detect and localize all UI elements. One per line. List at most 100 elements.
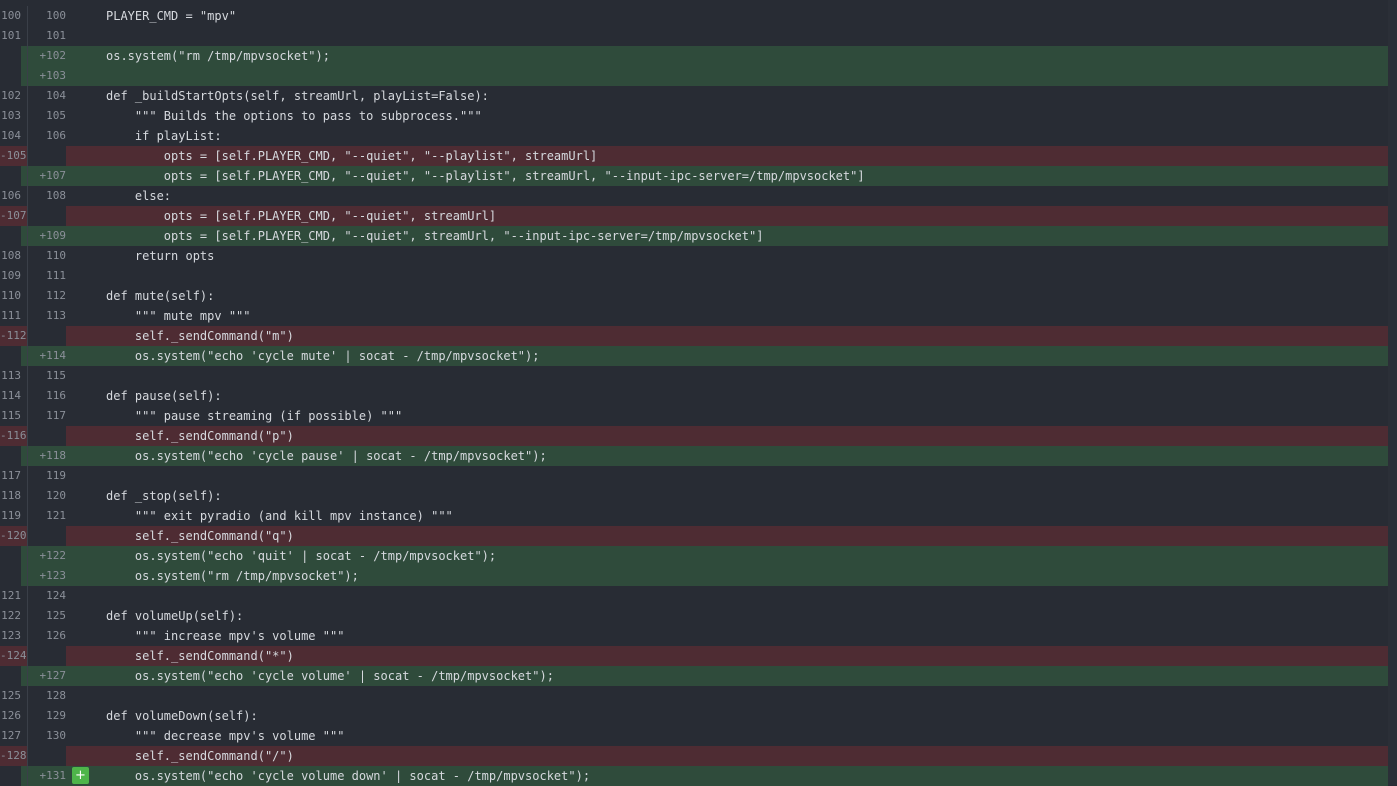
new-line-number[interactable]: 112	[28, 286, 66, 306]
new-line-number[interactable]: 110	[28, 246, 66, 266]
diff-line-removed[interactable]: -107 opts = [self.PLAYER_CMD, "--quiet",…	[0, 206, 1388, 226]
diff-line-added[interactable]: +103	[0, 66, 1388, 86]
old-line-number[interactable]: -120	[0, 526, 27, 546]
new-line-number[interactable]: +109	[28, 226, 67, 246]
new-line-number[interactable]: 119	[28, 466, 66, 486]
new-line-number[interactable]	[28, 146, 66, 166]
new-line-number[interactable]: 128	[28, 686, 66, 706]
diff-line-context[interactable]: 104 106 if playList:	[0, 126, 1388, 146]
old-line-number[interactable]	[0, 226, 21, 246]
old-line-number[interactable]	[0, 546, 21, 566]
old-line-number[interactable]: 114	[0, 386, 21, 406]
old-line-number[interactable]: 127	[0, 726, 21, 746]
old-line-number[interactable]: 115	[0, 406, 21, 426]
old-line-number[interactable]	[0, 766, 21, 786]
old-line-number[interactable]: 106	[0, 186, 21, 206]
vertical-scrollbar[interactable]	[1388, 0, 1397, 785]
diff-line-context[interactable]: 109 111	[0, 266, 1388, 286]
new-line-number[interactable]: 113	[28, 306, 66, 326]
new-line-number[interactable]: 129	[28, 706, 66, 726]
old-line-number[interactable]: 101	[0, 26, 21, 46]
new-line-number[interactable]: +123	[28, 566, 67, 586]
new-line-number[interactable]: 121	[28, 506, 66, 526]
diff-line-context[interactable]: 121 124	[0, 586, 1388, 606]
new-line-number[interactable]: 106	[28, 126, 66, 146]
new-line-number[interactable]: 130	[28, 726, 66, 746]
old-line-number[interactable]	[0, 166, 21, 186]
old-line-number[interactable]: 118	[0, 486, 21, 506]
old-line-number[interactable]: 121	[0, 586, 21, 606]
new-line-number[interactable]: 105	[28, 106, 66, 126]
new-line-number[interactable]: +102	[28, 46, 67, 66]
new-line-number[interactable]	[28, 206, 66, 226]
diff-line-added[interactable]: +107 opts = [self.PLAYER_CMD, "--quiet",…	[0, 166, 1388, 186]
old-line-number[interactable]: -105	[0, 146, 27, 166]
diff-line-context[interactable]: 127 130 """ decrease mpv's volume """	[0, 726, 1388, 746]
new-line-number[interactable]: +114	[28, 346, 67, 366]
new-line-number[interactable]: +118	[28, 446, 67, 466]
diff-line-context[interactable]: 115 117 """ pause streaming (if possible)…	[0, 406, 1388, 426]
diff-line-removed[interactable]: -112 self._sendCommand("m")	[0, 326, 1388, 346]
new-line-number[interactable]: 126	[28, 626, 66, 646]
diff-line-added[interactable]: +122 os.system("echo 'quit' | socat - /t…	[0, 546, 1388, 566]
add-comment-button[interactable]: +	[72, 767, 89, 784]
diff-line-added[interactable]: +127 os.system("echo 'cycle volume' | so…	[0, 666, 1388, 686]
new-line-number[interactable]: 111	[28, 266, 66, 286]
new-line-number[interactable]: +127	[28, 666, 67, 686]
new-line-number[interactable]: 104	[28, 86, 66, 106]
diff-line-context[interactable]: 118 120 def _stop(self):	[0, 486, 1388, 506]
new-line-number[interactable]: +122	[28, 546, 67, 566]
old-line-number[interactable]: -112	[0, 326, 27, 346]
old-line-number[interactable]: -128	[0, 746, 27, 766]
old-line-number[interactable]: 111	[0, 306, 21, 326]
diff-line-context[interactable]: 122 125 def volumeUp(self):	[0, 606, 1388, 626]
new-line-number[interactable]: 101	[28, 26, 66, 46]
diff-line-context[interactable]: 108 110 return opts	[0, 246, 1388, 266]
old-line-number[interactable]: -116	[0, 426, 27, 446]
diff-line-context[interactable]: 100 100 PLAYER_CMD = "mpv"	[0, 6, 1388, 26]
old-line-number[interactable]: 117	[0, 466, 21, 486]
old-line-number[interactable]: 109	[0, 266, 21, 286]
old-line-number[interactable]	[0, 46, 21, 66]
new-line-number[interactable]: 115	[28, 366, 66, 386]
diff-line-context[interactable]: 101 101	[0, 26, 1388, 46]
old-line-number[interactable]: 119	[0, 506, 21, 526]
old-line-number[interactable]	[0, 666, 21, 686]
diff-line-context[interactable]: 113 115	[0, 366, 1388, 386]
diff-line-context[interactable]: 110 112 def mute(self):	[0, 286, 1388, 306]
new-line-number[interactable]	[28, 526, 66, 546]
diff-line-added[interactable]: +131 + os.system("echo 'cycle volume down…	[0, 766, 1388, 786]
diff-line-context[interactable]: 119 121 """ exit pyradio (and kill mpv in…	[0, 506, 1388, 526]
diff-line-context[interactable]: 114 116 def pause(self):	[0, 386, 1388, 406]
new-line-number[interactable]	[28, 646, 66, 666]
old-line-number[interactable]	[0, 566, 21, 586]
old-line-number[interactable]	[0, 346, 21, 366]
new-line-number[interactable]: 124	[28, 586, 66, 606]
diff-line-removed[interactable]: -105 opts = [self.PLAYER_CMD, "--quiet",…	[0, 146, 1388, 166]
new-line-number[interactable]: 116	[28, 386, 66, 406]
old-line-number[interactable]	[0, 446, 21, 466]
diff-line-context[interactable]: 103 105 """ Builds the options to pass to…	[0, 106, 1388, 126]
diff-line-removed[interactable]: -124 self._sendCommand("*")	[0, 646, 1388, 666]
new-line-number[interactable]	[28, 746, 66, 766]
diff-line-added[interactable]: +114 os.system("echo 'cycle mute' | soca…	[0, 346, 1388, 366]
new-line-number[interactable]: 108	[28, 186, 66, 206]
new-line-number[interactable]: 117	[28, 406, 66, 426]
diff-line-context[interactable]: 117 119	[0, 466, 1388, 486]
diff-line-context[interactable]: 123 126 """ increase mpv's volume """	[0, 626, 1388, 646]
old-line-number[interactable]: 110	[0, 286, 21, 306]
diff-line-added[interactable]: +102 os.system("rm /tmp/mpvsocket");	[0, 46, 1388, 66]
diff-line-context[interactable]: 125 128	[0, 686, 1388, 706]
old-line-number[interactable]: -107	[0, 206, 27, 226]
diff-line-added[interactable]: +123 os.system("rm /tmp/mpvsocket");	[0, 566, 1388, 586]
new-line-number[interactable]	[28, 426, 66, 446]
old-line-number[interactable]: 122	[0, 606, 21, 626]
old-line-number[interactable]: 102	[0, 86, 21, 106]
old-line-number[interactable]: 125	[0, 686, 21, 706]
new-line-number[interactable]: 100	[28, 6, 66, 26]
old-line-number[interactable]: 123	[0, 626, 21, 646]
old-line-number[interactable]: 126	[0, 706, 21, 726]
old-line-number[interactable]: 104	[0, 126, 21, 146]
old-line-number[interactable]: -124	[0, 646, 27, 666]
diff-line-context[interactable]: 102 104 def _buildStartOpts(self, streamUr…	[0, 86, 1388, 106]
